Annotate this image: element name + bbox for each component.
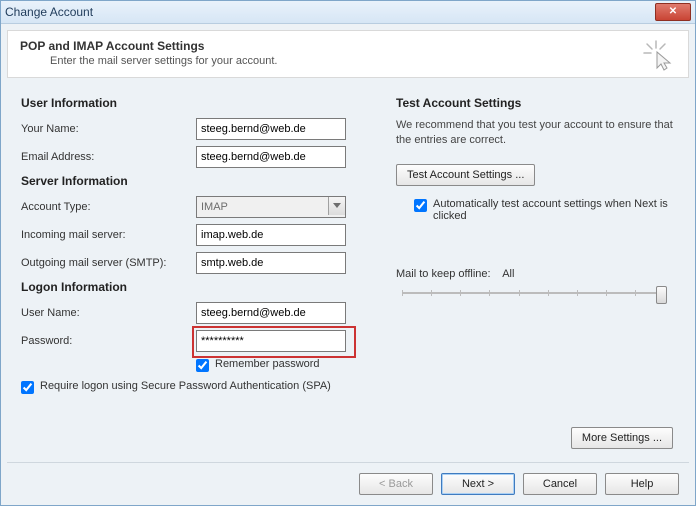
- remember-password-checkbox[interactable]: [196, 359, 209, 372]
- chevron-down-icon: [328, 197, 345, 215]
- your-name-field[interactable]: [196, 118, 346, 140]
- mail-keep-value: All: [502, 268, 514, 280]
- label-remember: Remember password: [215, 358, 320, 370]
- next-button[interactable]: Next >: [441, 473, 515, 495]
- label-incoming: Incoming mail server:: [21, 229, 196, 241]
- label-outgoing: Outgoing mail server (SMTP):: [21, 257, 196, 269]
- auto-test-checkbox[interactable]: [414, 199, 427, 212]
- wizard-header: POP and IMAP Account Settings Enter the …: [7, 30, 689, 78]
- slider-thumb[interactable]: [656, 286, 667, 304]
- label-mail-keep: Mail to keep offline:: [396, 268, 491, 280]
- label-auto-test: Automatically test account settings when…: [433, 198, 674, 222]
- label-account-type: Account Type:: [21, 201, 196, 213]
- label-email: Email Address:: [21, 151, 196, 163]
- header-title: POP and IMAP Account Settings: [20, 39, 676, 53]
- section-test: Test Account Settings: [396, 96, 677, 110]
- label-user-name: User Name:: [21, 307, 196, 319]
- account-type-select: [196, 196, 346, 218]
- test-account-button[interactable]: Test Account Settings ...: [396, 164, 535, 186]
- require-spa-checkbox[interactable]: [21, 381, 34, 394]
- cancel-button[interactable]: Cancel: [523, 473, 597, 495]
- password-field[interactable]: [196, 330, 346, 352]
- titlebar: Change Account ✕: [1, 1, 695, 24]
- window-title: Change Account: [5, 5, 93, 19]
- right-column: Test Account Settings We recommend that …: [396, 90, 677, 398]
- incoming-server-field[interactable]: [196, 224, 346, 246]
- left-column: User Information Your Name: Email Addres…: [21, 90, 376, 398]
- help-button[interactable]: Help: [605, 473, 679, 495]
- header-subtitle: Enter the mail server settings for your …: [50, 55, 676, 67]
- label-your-name: Your Name:: [21, 123, 196, 135]
- back-button: < Back: [359, 473, 433, 495]
- email-field[interactable]: [196, 146, 346, 168]
- outgoing-server-field[interactable]: [196, 252, 346, 274]
- dialog-body: User Information Your Name: Email Addres…: [1, 78, 695, 398]
- more-settings-button[interactable]: More Settings ...: [571, 427, 673, 449]
- section-logon-info: Logon Information: [21, 280, 376, 294]
- wizard-footer: < Back Next > Cancel Help: [7, 462, 689, 499]
- label-require-spa: Require logon using Secure Password Auth…: [40, 380, 331, 392]
- test-blurb: We recommend that you test your account …: [396, 118, 677, 148]
- cursor-star-icon: [642, 39, 674, 74]
- close-button[interactable]: ✕: [655, 3, 691, 21]
- section-server-info: Server Information: [21, 174, 376, 188]
- label-password: Password:: [21, 335, 196, 347]
- close-icon: ✕: [669, 7, 677, 17]
- change-account-dialog: Change Account ✕ POP and IMAP Account Se…: [0, 0, 696, 506]
- user-name-field[interactable]: [196, 302, 346, 324]
- section-user-info: User Information: [21, 96, 376, 110]
- mail-keep-slider[interactable]: [402, 284, 667, 304]
